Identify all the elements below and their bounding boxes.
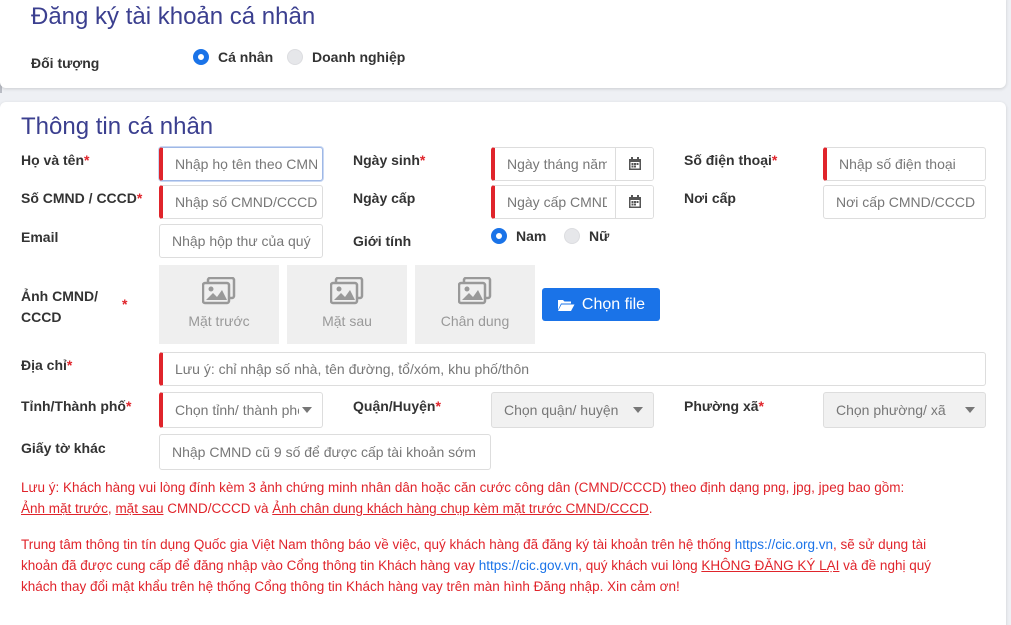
province-label: Tỉnh/Thành phố* [21,398,132,414]
full-name-label: Họ và tên* [21,152,90,168]
photo-note: Lưu ý: Khách hàng vui lòng đính kèm 3 ản… [21,480,905,516]
dob-input[interactable]: Ngày tháng năm sinh [491,147,654,181]
photo-slot-front[interactable]: Mặt trước [159,265,279,344]
radio-business-label: Doanh nghiệp [312,49,406,65]
issue-date-input[interactable]: Ngày cấp CMND/CCCD [491,185,654,219]
section-title: Thông tin cá nhân [21,113,214,140]
photo-slot-back[interactable]: Mặt sau [287,265,407,344]
radio-individual-label: Cá nhân [218,49,274,65]
radio-checked-icon [193,49,209,65]
radio-unchecked-icon [564,228,580,244]
id-photo-label: Ảnh CMND/ CCCD [21,288,98,325]
required-mark: * [122,296,128,312]
dob-label: Ngày sinh* [353,152,426,168]
image-icon [330,277,364,305]
id-number-input[interactable]: Nhập số CMND/CCCD [159,185,323,219]
radio-checked-icon [491,228,507,244]
cic-org-link[interactable]: https://cic.org.vn [735,537,833,552]
other-docs-input[interactable]: Nhập CMND cũ 9 số để được cấp tài khoản … [159,434,491,470]
issue-date-label: Ngày cấp [353,190,416,206]
email-label: Email [21,229,59,245]
phone-label: Số điện thoại* [684,152,778,168]
choose-file-button[interactable]: Chọn file [542,288,660,321]
chevron-down-icon [633,407,643,413]
radio-female-label: Nữ [589,228,610,244]
radio-unchecked-icon [287,49,303,65]
calendar-icon[interactable] [615,148,653,180]
chevron-down-icon [965,407,975,413]
radio-business[interactable]: Doanh nghiệp [287,49,405,65]
address-input[interactable]: Lưu ý: chỉ nhập số nhà, tên đường, tổ/xó… [159,352,986,386]
province-select[interactable]: Chọn tỉnh/ thành phố [159,392,323,428]
email-input[interactable]: Nhập hộp thư của quý khách [159,224,323,258]
phone-input[interactable]: Nhập số điện thoại [823,147,986,181]
gender-label: Giới tính [353,233,412,249]
other-docs-label: Giấy tờ khác [21,440,106,456]
address-label: Địa chỉ* [21,357,73,373]
radio-male[interactable]: Nam [491,228,546,244]
cic-gov-link[interactable]: https://cic.gov.vn [479,558,579,573]
cic-notice: Trung tâm thông tin tín dụng Quốc gia Vi… [21,537,931,594]
subject-label: Đối tượng [31,55,100,71]
image-icon [202,277,236,305]
full-name-input[interactable]: Nhập họ tên theo CMND/CCCD [159,147,323,181]
district-label: Quận/Huyện* [353,398,441,414]
radio-male-label: Nam [516,228,547,244]
page-title: Đăng ký tài khoản cá nhân [31,3,316,30]
calendar-icon[interactable] [615,186,653,218]
photo-slot-portrait[interactable]: Chân dung [415,265,535,344]
radio-female[interactable]: Nữ [564,228,609,244]
issue-place-label: Nơi cấp [684,190,736,206]
district-select[interactable]: Chọn quận/ huyện [491,392,654,428]
ward-select[interactable]: Chọn phường/ xã [823,392,986,428]
chevron-down-icon [302,407,312,413]
ward-label: Phường xã* [684,398,764,414]
radio-individual[interactable]: Cá nhân [193,49,273,65]
id-number-label: Số CMND / CCCD* [21,190,143,206]
image-icon [458,277,492,305]
issue-place-input[interactable]: Nơi cấp CMND/CCCD [823,185,986,219]
folder-open-icon [557,299,575,311]
